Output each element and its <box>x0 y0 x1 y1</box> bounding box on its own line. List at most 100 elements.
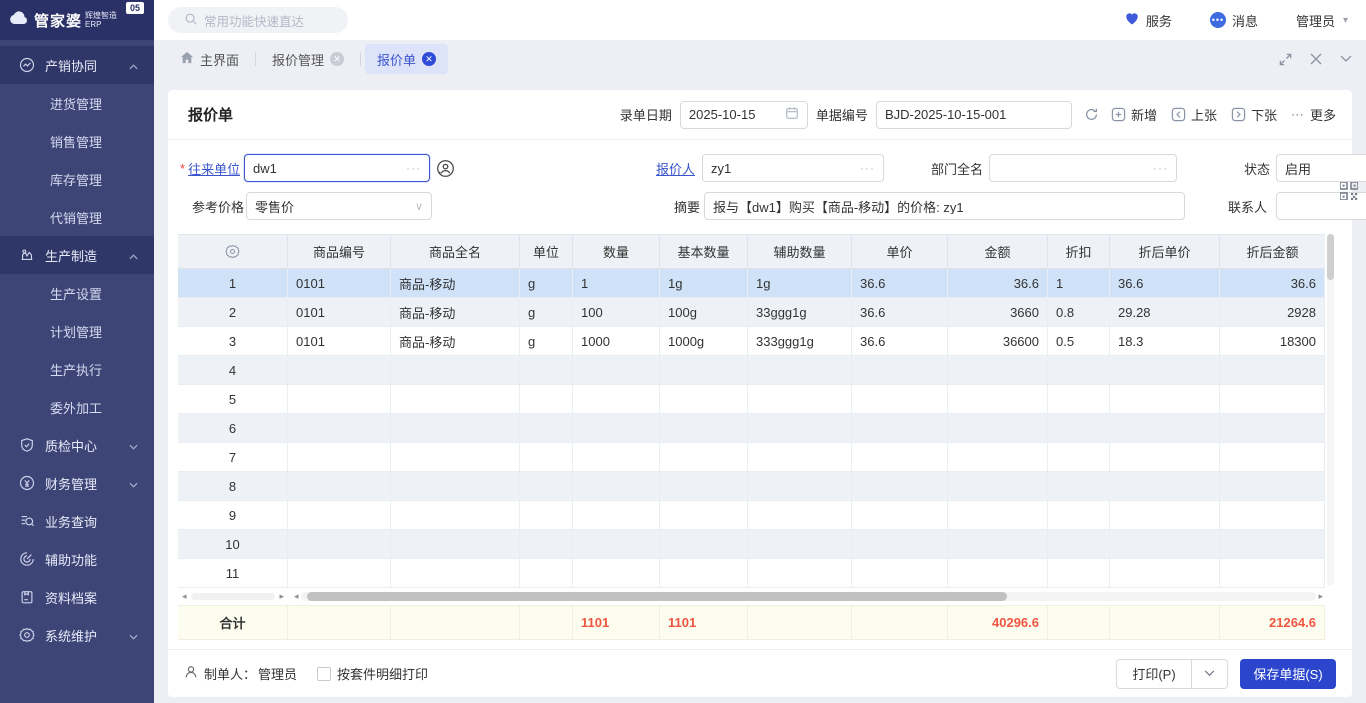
doc-no-input[interactable] <box>876 101 1072 129</box>
tab-quote-form[interactable]: 报价单 ✕ <box>365 44 448 74</box>
table-cell[interactable] <box>1220 385 1325 414</box>
close-icon[interactable]: ✕ <box>330 52 344 66</box>
table-cell[interactable] <box>573 443 660 472</box>
dept-input[interactable]: ··· <box>989 154 1177 182</box>
print-button[interactable]: 打印(P) <box>1116 659 1192 689</box>
sidebar-subitem-销售管理[interactable]: 销售管理 <box>0 122 154 160</box>
frozen-col-scrollbar[interactable]: ◂ ▸ <box>178 591 288 602</box>
scroll-left-icon[interactable]: ◂ <box>180 591 189 602</box>
table-cell[interactable]: 100g <box>660 298 748 327</box>
column-header-商品全名[interactable]: 商品全名 <box>391 235 520 268</box>
table-cell[interactable] <box>748 414 852 443</box>
table-cell[interactable] <box>1110 530 1220 559</box>
table-cell[interactable]: g <box>520 298 573 327</box>
table-cell[interactable] <box>520 443 573 472</box>
table-cell[interactable] <box>748 385 852 414</box>
chevron-down-icon[interactable] <box>1340 55 1352 63</box>
table-cell[interactable] <box>748 501 852 530</box>
table-cell[interactable] <box>660 559 748 588</box>
table-cell[interactable] <box>1048 472 1110 501</box>
table-cell[interactable]: g <box>520 269 573 298</box>
partner-label[interactable]: 往来单位 <box>188 159 240 178</box>
table-cell[interactable] <box>573 530 660 559</box>
table-cell[interactable] <box>748 356 852 385</box>
sidebar-item-产销协同[interactable]: 产销协同 <box>0 46 154 84</box>
table-cell[interactable] <box>288 472 391 501</box>
table-row-4[interactable]: 4 <box>178 356 1325 385</box>
table-cell[interactable] <box>288 356 391 385</box>
qr-code-icon[interactable] <box>1340 182 1358 203</box>
table-cell[interactable]: 18300 <box>1220 327 1325 356</box>
summary-value[interactable] <box>713 199 1176 214</box>
table-cell[interactable] <box>1220 501 1325 530</box>
table-cell[interactable] <box>748 530 852 559</box>
table-row-3[interactable]: 30101商品-移动g10001000g333ggg1g36.6366000.5… <box>178 327 1325 356</box>
table-cell[interactable]: 1g <box>660 269 748 298</box>
table-cell[interactable]: g <box>520 327 573 356</box>
save-button[interactable]: 保存单据(S) <box>1240 659 1336 689</box>
prev-button[interactable]: 上张 <box>1171 105 1217 124</box>
column-header-数量[interactable]: 数量 <box>573 235 660 268</box>
table-cell[interactable] <box>520 385 573 414</box>
table-row-10[interactable]: 10 <box>178 530 1325 559</box>
table-cell[interactable] <box>852 501 948 530</box>
table-cell[interactable] <box>1048 356 1110 385</box>
dept-value[interactable] <box>998 161 1147 176</box>
table-cell[interactable] <box>1110 443 1220 472</box>
table-cell[interactable]: 商品-移动 <box>391 298 520 327</box>
column-header-折后单价[interactable]: 折后单价 <box>1110 235 1220 268</box>
table-cell[interactable] <box>852 356 948 385</box>
table-cell[interactable]: 商品-移动 <box>391 269 520 298</box>
sidebar-item-质检中心[interactable]: 质检中心 <box>0 426 154 464</box>
table-cell[interactable] <box>948 356 1048 385</box>
main-scrollbar[interactable]: ◂ ▸ <box>292 591 1325 602</box>
table-row-2[interactable]: 20101商品-移动g100100g33ggg1g36.636600.829.2… <box>178 298 1325 327</box>
table-cell[interactable]: 3660 <box>948 298 1048 327</box>
table-cell[interactable] <box>1048 414 1110 443</box>
sidebar-subitem-进货管理[interactable]: 进货管理 <box>0 84 154 122</box>
table-cell[interactable] <box>1048 385 1110 414</box>
record-date-value[interactable] <box>689 107 779 122</box>
column-header-金额[interactable]: 金额 <box>948 235 1048 268</box>
sidebar-subitem-库存管理[interactable]: 库存管理 <box>0 160 154 198</box>
table-cell[interactable]: 0.8 <box>1048 298 1110 327</box>
table-row-11[interactable]: 11 <box>178 559 1325 588</box>
table-cell[interactable]: 18.3 <box>1110 327 1220 356</box>
horizontal-scroll-thumb[interactable] <box>307 592 1007 601</box>
column-header-辅助数量[interactable]: 辅助数量 <box>748 235 852 268</box>
table-cell[interactable]: 1g <box>748 269 852 298</box>
table-cell[interactable] <box>288 530 391 559</box>
table-cell[interactable] <box>1048 530 1110 559</box>
table-cell[interactable] <box>1048 443 1110 472</box>
table-cell[interactable] <box>391 501 520 530</box>
table-cell[interactable] <box>1110 559 1220 588</box>
table-cell[interactable] <box>391 356 520 385</box>
table-cell[interactable] <box>1110 472 1220 501</box>
sidebar-subitem-委外加工[interactable]: 委外加工 <box>0 388 154 426</box>
print-detail-checkbox[interactable] <box>317 667 331 681</box>
close-icon[interactable]: ✕ <box>422 52 436 66</box>
ref-price-value[interactable] <box>255 199 409 214</box>
table-cell[interactable] <box>573 414 660 443</box>
table-cell[interactable]: 商品-移动 <box>391 327 520 356</box>
table-cell[interactable] <box>1110 501 1220 530</box>
record-date-input[interactable] <box>680 101 808 129</box>
table-cell[interactable]: 0101 <box>288 327 391 356</box>
table-cell[interactable] <box>1220 443 1325 472</box>
table-cell[interactable] <box>852 559 948 588</box>
table-cell[interactable]: 36.6 <box>948 269 1048 298</box>
table-cell[interactable] <box>1110 385 1220 414</box>
table-row-5[interactable]: 5 <box>178 385 1325 414</box>
table-cell[interactable]: 33ggg1g <box>748 298 852 327</box>
table-row-6[interactable]: 6 <box>178 414 1325 443</box>
table-row-9[interactable]: 9 <box>178 501 1325 530</box>
table-cell[interactable]: 0101 <box>288 298 391 327</box>
table-cell[interactable] <box>852 530 948 559</box>
table-cell[interactable] <box>391 559 520 588</box>
table-cell[interactable] <box>573 385 660 414</box>
table-cell[interactable] <box>660 443 748 472</box>
sidebar-subitem-生产执行[interactable]: 生产执行 <box>0 350 154 388</box>
user-menu[interactable]: 管理员 ▾ <box>1296 11 1348 30</box>
table-cell[interactable] <box>948 414 1048 443</box>
sidebar-item-系统维护[interactable]: 系统维护 <box>0 616 154 654</box>
